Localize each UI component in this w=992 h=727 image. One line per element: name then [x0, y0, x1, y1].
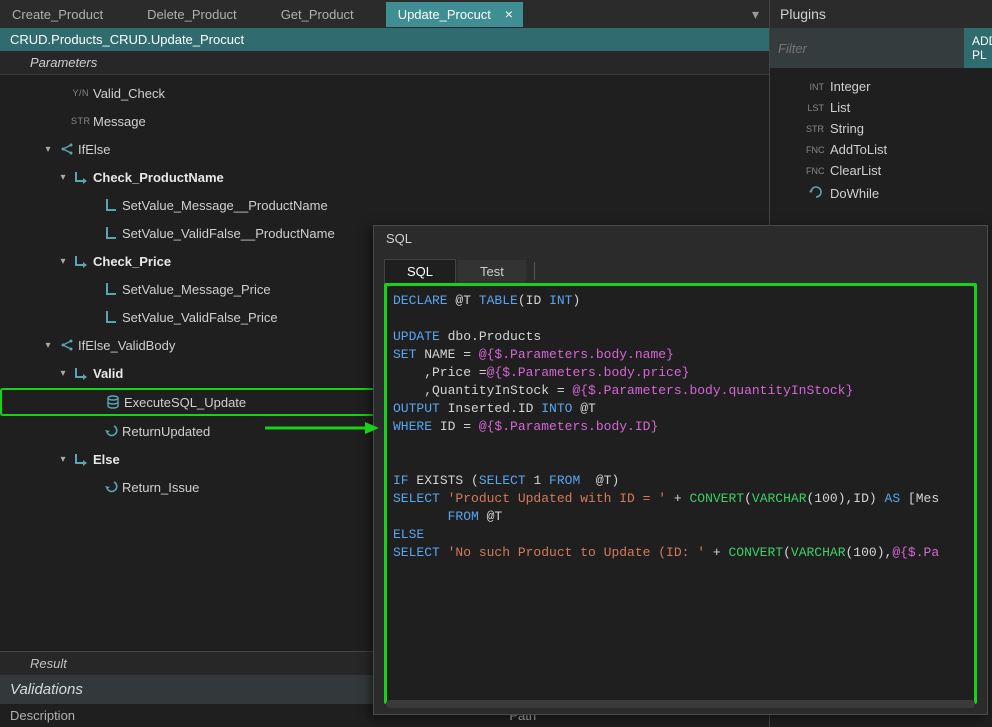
sql-tab-test[interactable]: Test	[458, 260, 526, 283]
tree-node-label: Valid_Check	[93, 86, 165, 101]
arrow-in-icon	[71, 365, 93, 381]
tree-node-valid-check[interactable]: Y/NValid_Check	[0, 79, 769, 107]
plugins-filter-input[interactable]	[770, 28, 964, 68]
ifelse-icon	[56, 141, 78, 157]
tree-node-ifelse[interactable]: ▾ IfElse	[0, 135, 769, 163]
add-plugin-button[interactable]: ADD PL	[964, 28, 992, 68]
plugin-tag: FNC	[806, 145, 830, 155]
annotation-arrow	[265, 421, 380, 435]
divider	[534, 262, 535, 280]
caret-icon[interactable]: ▾	[55, 172, 71, 183]
plugin-tag: FNC	[806, 166, 830, 176]
caret-icon[interactable]: ▾	[55, 454, 71, 465]
type-tag: STR	[71, 116, 93, 126]
plugin-tag: STR	[806, 124, 830, 134]
tab-bar: Create_Product Delete_Product Get_Produc…	[0, 0, 769, 28]
tree-node-label: SetValue_Message__ProductName	[122, 198, 328, 213]
sql-tab-bar: SQL Test	[374, 251, 987, 283]
caret-icon[interactable]: ▾	[40, 144, 56, 155]
arrow-in-icon	[71, 253, 93, 269]
tree-node-label: Return_Issue	[122, 480, 199, 495]
plugin-tag: INT	[806, 82, 830, 92]
arrow-in-icon	[71, 169, 93, 185]
plugin-item-list[interactable]: LSTList	[776, 97, 986, 118]
caret-icon[interactable]: ▾	[55, 256, 71, 267]
plugin-name: AddToList	[830, 142, 887, 157]
plugin-item-integer[interactable]: INTInteger	[776, 76, 986, 97]
ifelse-icon	[56, 337, 78, 353]
sql-tab-sql[interactable]: SQL	[384, 259, 456, 283]
plugin-name: ClearList	[830, 163, 881, 178]
tab-update-product[interactable]: Update_Procuct ×	[386, 2, 523, 27]
horizontal-scrollbar[interactable]	[386, 700, 975, 704]
tree-node-label: SetValue_ValidFalse_Price	[122, 310, 278, 325]
db-icon	[102, 394, 124, 410]
tree-node-label: ReturnUpdated	[122, 424, 210, 439]
tree-node-label: Else	[93, 452, 120, 467]
tab-get-product[interactable]: Get_Product	[269, 2, 386, 27]
close-icon[interactable]: ×	[505, 7, 513, 21]
setval-icon	[100, 225, 122, 241]
tree-node-label: Message	[93, 114, 146, 129]
return-icon	[100, 479, 122, 495]
caret-icon[interactable]: ▾	[55, 368, 71, 379]
arrow-in-icon	[71, 451, 93, 467]
tab-create-product[interactable]: Create_Product	[0, 2, 135, 27]
plugin-tag: LST	[806, 103, 830, 113]
breadcrumb: CRUD.Products_CRUD.Update_Procuct	[0, 28, 769, 51]
tab-overflow-icon[interactable]: ▾	[742, 6, 769, 23]
type-tag: Y/N	[71, 88, 93, 98]
tab-delete-product[interactable]: Delete_Product	[135, 2, 269, 27]
plugins-header: Plugins	[770, 0, 992, 28]
plugin-name: List	[830, 100, 850, 115]
sql-editor[interactable]: DECLARE @T TABLE(ID INT) UPDATE dbo.Prod…	[384, 283, 977, 704]
setval-icon	[100, 309, 122, 325]
setval-icon	[100, 281, 122, 297]
plugin-list: INTIntegerLSTListSTRStringFNCAddToListFN…	[770, 68, 992, 214]
plugin-item-string[interactable]: STRString	[776, 118, 986, 139]
parameters-header: Parameters	[0, 51, 769, 75]
loop-icon	[806, 184, 830, 203]
plugin-item-dowhile[interactable]: DoWhile	[776, 181, 986, 206]
tree-node-label: ExecuteSQL_Update	[124, 395, 246, 410]
tab-label: Update_Procuct	[398, 7, 491, 22]
tree-node-label: Valid	[93, 366, 123, 381]
plugin-item-clearlist[interactable]: FNCClearList	[776, 160, 986, 181]
plugin-item-addtolist[interactable]: FNCAddToList	[776, 139, 986, 160]
plugin-name: DoWhile	[830, 186, 879, 201]
caret-icon[interactable]: ▾	[40, 340, 56, 351]
setval-icon	[100, 197, 122, 213]
plugin-name: String	[830, 121, 864, 136]
tree-node-label: SetValue_Message_Price	[122, 282, 271, 297]
return-icon	[100, 423, 122, 439]
plugins-filter-row: ADD PL	[770, 28, 992, 68]
tree-node-label: IfElse_ValidBody	[78, 338, 175, 353]
tree-node-setvalue-message-productname[interactable]: SetValue_Message__ProductName	[0, 191, 769, 219]
tree-node-label: Check_ProductName	[93, 170, 224, 185]
tree-node-label: IfElse	[78, 142, 111, 157]
tree-node-label: Check_Price	[93, 254, 171, 269]
sql-popup-title: SQL	[374, 226, 987, 251]
tree-node-message[interactable]: STRMessage	[0, 107, 769, 135]
sql-popup: SQL SQL Test DECLARE @T TABLE(ID INT) UP…	[373, 225, 988, 715]
plugin-name: Integer	[830, 79, 870, 94]
tree-node-label: SetValue_ValidFalse__ProductName	[122, 226, 335, 241]
tree-node-check-productname[interactable]: ▾ Check_ProductName	[0, 163, 769, 191]
